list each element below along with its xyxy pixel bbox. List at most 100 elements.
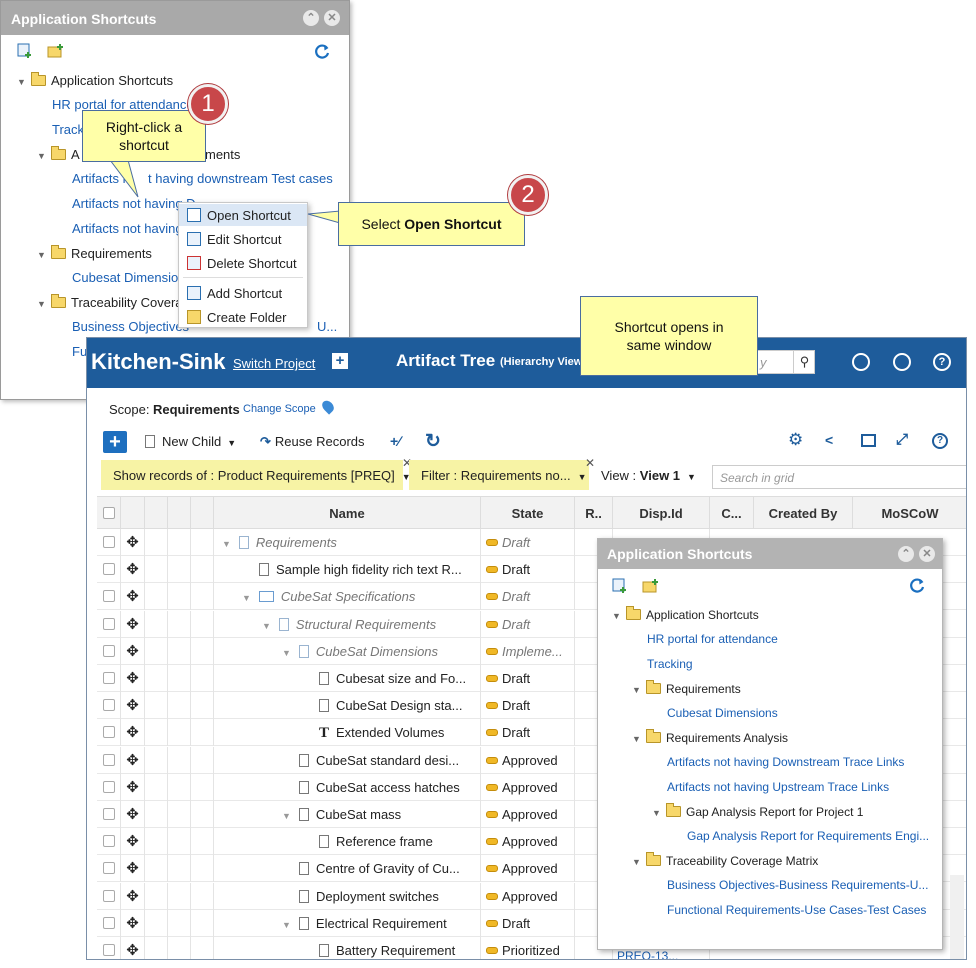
expand-triangle-icon[interactable]: ▼ <box>632 857 646 867</box>
select-all-header[interactable] <box>97 497 121 529</box>
clear-filter-icon[interactable]: ✕ <box>585 456 595 470</box>
name-cell[interactable]: Sample high fidelity rich text R... <box>214 556 481 584</box>
shortcut-link-downstream-tail[interactable]: t having downstream Test cases <box>148 171 333 186</box>
user-profile-icon[interactable] <box>893 353 911 371</box>
tree-folder-requirements-analysis[interactable]: ▼ A <box>37 146 80 162</box>
row-checkbox[interactable] <box>103 536 115 548</box>
expand-triangle-icon[interactable]: ▼ <box>632 685 646 695</box>
expand-triangle-icon[interactable]: ▼ <box>37 299 51 309</box>
name-cell[interactable]: ▼ CubeSat Specifications <box>214 583 481 611</box>
row-checkbox[interactable] <box>103 808 115 820</box>
tree-folder-requirements[interactable]: ▼ Requirements <box>632 680 741 696</box>
name-cell[interactable]: ▼ Requirements <box>214 529 481 556</box>
expand-collapse-icon[interactable]: +∕ <box>390 433 401 449</box>
menu-create-folder[interactable]: Create Folder <box>179 306 307 328</box>
disp-id-cell-partial[interactable]: PREQ-13... <box>617 949 678 959</box>
row-checkbox[interactable] <box>103 944 115 956</box>
drag-handle-icon[interactable]: ✥ <box>121 637 145 665</box>
expand-triangle-icon[interactable]: ▼ <box>282 648 291 658</box>
help-icon[interactable]: ? <box>933 353 951 371</box>
tree-folder-requirements[interactable]: ▼ Requirements <box>37 245 152 261</box>
menu-edit-shortcut[interactable]: Edit Shortcut <box>179 228 307 250</box>
row-checkbox[interactable] <box>103 916 115 929</box>
column-header-name[interactable]: Name <box>214 497 481 529</box>
shortcut-link-downstream[interactable]: Artifacts not having Downstream Trace Li… <box>667 755 904 769</box>
close-icon[interactable]: ✕ <box>919 546 935 562</box>
name-cell[interactable]: CubeSat Design sta... <box>214 692 481 720</box>
drag-handle-icon[interactable]: ✥ <box>121 801 145 828</box>
expand-triangle-icon[interactable]: ▼ <box>222 539 231 549</box>
shortcut-link-tracking[interactable]: Tracking <box>647 657 693 671</box>
shortcut-link-business-objectives-tail[interactable]: U... <box>317 319 337 334</box>
shortcut-link-functional[interactable]: Functional Requirements-Use Cases-Test C… <box>667 903 926 917</box>
row-checkbox[interactable] <box>103 862 115 875</box>
shortcut-link-business-objectives[interactable]: Business Objectives-Business Requirement… <box>667 878 928 892</box>
select-all-checkbox[interactable] <box>103 507 115 519</box>
drag-handle-icon[interactable]: ✥ <box>121 773 145 801</box>
expand-triangle-icon[interactable]: ▼ <box>652 808 666 818</box>
name-cell[interactable]: ▼ Structural Requirements <box>214 610 481 638</box>
menu-add-shortcut[interactable]: Add Shortcut <box>179 282 307 304</box>
tree-folder-traceability[interactable]: ▼ Traceability Coverage Matrix <box>632 852 818 868</box>
drag-handle-icon[interactable]: ✥ <box>121 556 145 584</box>
name-cell[interactable]: Deployment switches <box>214 882 481 910</box>
search-icon[interactable]: ⚲ <box>793 351 815 373</box>
name-cell[interactable]: CubeSat standard desi... <box>214 746 481 774</box>
name-cell[interactable]: Centre of Gravity of Cu... <box>214 855 481 883</box>
add-project-icon[interactable]: + <box>332 353 348 369</box>
name-cell[interactable]: Cubesat size and Fo... <box>214 665 481 692</box>
drag-handle-icon[interactable]: ✥ <box>121 692 145 720</box>
tree-folder-traceability[interactable]: ▼ Traceability Coverag <box>37 294 190 310</box>
settings-gear-icon[interactable]: ⚙ <box>788 430 803 450</box>
new-child-button[interactable]: New Child ▼ <box>145 434 236 449</box>
columns-icon[interactable] <box>861 434 876 447</box>
row-checkbox[interactable] <box>103 672 115 684</box>
change-scope-link[interactable]: Change Scope <box>243 403 316 415</box>
refresh-icon[interactable] <box>908 577 926 593</box>
fullscreen-icon[interactable]: ⤢ <box>896 431 908 448</box>
shortcut-link-hr[interactable]: HR portal for attendance <box>647 632 778 646</box>
add-shortcut-icon[interactable] <box>17 43 35 59</box>
shortcut-link-cubesat[interactable]: Cubesat Dimensions <box>667 706 778 720</box>
row-checkbox[interactable] <box>103 590 115 603</box>
column-header-moscow[interactable]: MoSCoW <box>853 497 966 529</box>
menu-delete-shortcut[interactable]: Delete Shortcut <box>179 252 307 274</box>
drag-handle-icon[interactable]: ✥ <box>121 610 145 638</box>
create-folder-icon[interactable] <box>47 43 65 59</box>
expand-triangle-icon[interactable]: ▼ <box>282 920 291 930</box>
view-selector[interactable]: View : View 1 ▼ <box>601 468 696 483</box>
shortcut-link-business-objectives[interactable]: Business Objectives- <box>72 319 193 334</box>
shortcut-link-cubesat[interactable]: Cubesat Dimensions <box>72 270 192 285</box>
row-checkbox[interactable] <box>103 617 115 630</box>
filter-chip[interactable]: Filter : Requirements no... ▼ <box>409 460 589 490</box>
expand-triangle-icon[interactable]: ▼ <box>17 77 31 87</box>
share-icon[interactable]: < <box>825 432 833 448</box>
drag-handle-icon[interactable]: ✥ <box>121 855 145 883</box>
row-checkbox[interactable] <box>103 753 115 766</box>
create-folder-icon[interactable] <box>642 578 660 594</box>
column-header-c[interactable]: C... <box>710 497 754 529</box>
menu-open-shortcut[interactable]: Open Shortcut <box>179 204 307 226</box>
row-checkbox[interactable] <box>103 644 115 657</box>
drag-handle-icon[interactable]: ✥ <box>121 909 145 937</box>
drag-handle-icon[interactable]: ✥ <box>121 828 145 856</box>
close-icon[interactable]: ✕ <box>324 10 340 26</box>
row-checkbox[interactable] <box>103 835 115 848</box>
collapse-icon[interactable]: ⌃ <box>303 10 319 26</box>
name-cell[interactable]: Reference frame <box>214 828 481 856</box>
row-checkbox[interactable] <box>103 889 115 902</box>
shortcut-link-functional-partial[interactable]: Fu <box>72 344 87 359</box>
column-header-disp-id[interactable]: Disp.Id <box>613 497 710 529</box>
add-artifact-button[interactable]: + <box>103 431 127 453</box>
shortcut-link-upstream[interactable]: Artifacts not having Upstream Trace Link… <box>667 780 889 794</box>
row-checkbox[interactable] <box>103 780 115 793</box>
shortcut-link-downstream-partial[interactable]: Artifacts n <box>72 171 130 186</box>
reuse-records-button[interactable]: ↷ Reuse Records <box>260 434 365 450</box>
tree-root[interactable]: ▼ Application Shortcuts <box>612 606 759 622</box>
column-header-created-by[interactable]: Created By <box>754 497 853 529</box>
show-records-chip[interactable]: Show records of : Product Requirements [… <box>101 460 411 490</box>
expand-triangle-icon[interactable]: ▼ <box>612 611 626 621</box>
row-checkbox[interactable] <box>103 563 115 576</box>
name-cell[interactable]: CubeSat access hatches <box>214 773 481 801</box>
switch-project-link[interactable]: Switch Project <box>233 356 315 371</box>
